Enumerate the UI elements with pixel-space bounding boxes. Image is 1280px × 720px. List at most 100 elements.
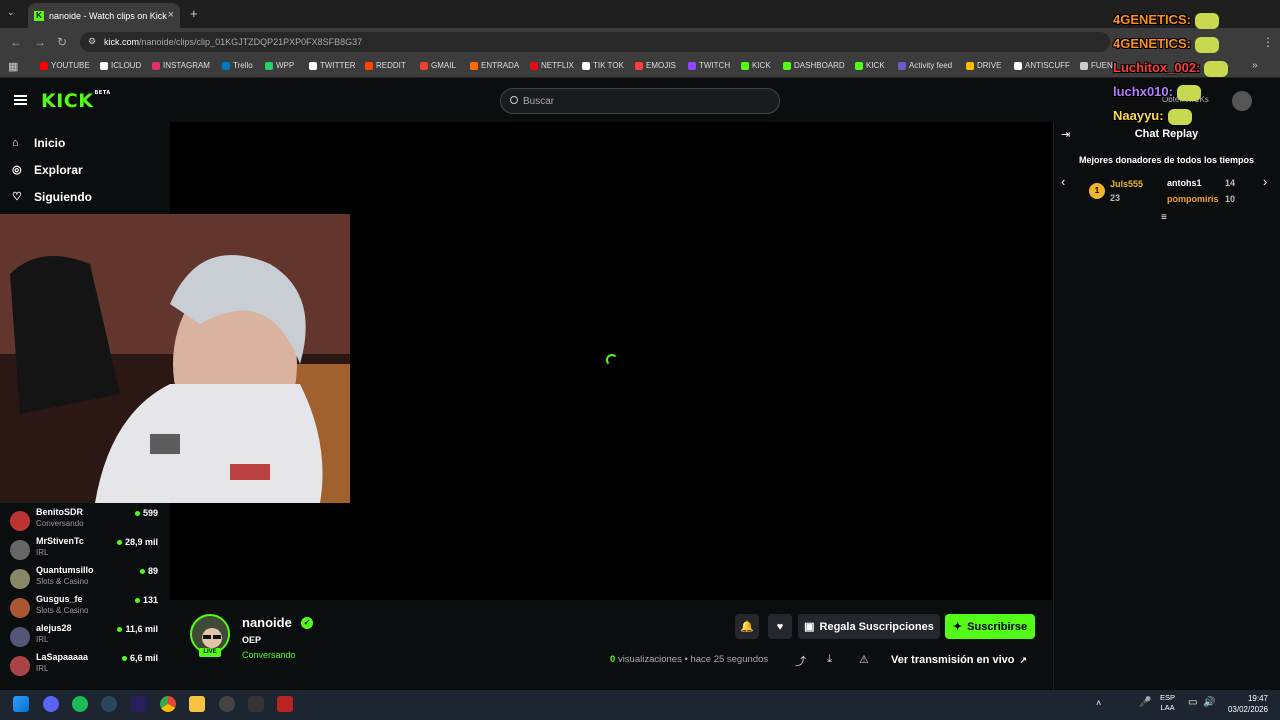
obs-icon[interactable] bbox=[219, 696, 235, 712]
sidebar-channel-item[interactable]: MrStivenTc IRL 28,9 mil bbox=[10, 536, 160, 564]
subscribe-label: Suscribirse bbox=[967, 620, 1028, 633]
language-indicator[interactable]: ESP LAA bbox=[1160, 693, 1175, 713]
bookmark-item[interactable]: INSTAGRAM bbox=[152, 61, 210, 70]
url-host: kick.com bbox=[104, 37, 140, 47]
url-bar[interactable]: ⚙ kick.com/nanoide/clips/clip_01KGJTZDQP… bbox=[80, 32, 1110, 52]
microphone-icon[interactable]: 🎤 bbox=[1139, 697, 1151, 708]
site-info-icon[interactable]: ⚙ bbox=[88, 36, 96, 47]
bookmark-label: YOUTUBE bbox=[51, 61, 90, 70]
sidebar-channel-item[interactable]: BenitoSDR Conversando 599 bbox=[10, 507, 160, 535]
kick-logo[interactable]: KICKBETA bbox=[41, 90, 111, 112]
donors-prev-icon[interactable]: ‹ bbox=[1061, 174, 1065, 189]
bookmark-item[interactable]: Activity feed bbox=[898, 61, 952, 70]
app-icon[interactable] bbox=[277, 696, 293, 712]
top-donors-title: Mejores donadores de todos los tiempos bbox=[1078, 155, 1255, 165]
emote-icon bbox=[1204, 60, 1229, 77]
notification-bell-button[interactable]: 🔔 bbox=[735, 614, 759, 639]
bookmark-item[interactable]: REDDIT bbox=[365, 61, 406, 70]
nav-item-explorar[interactable]: ◎ Explorar bbox=[12, 163, 83, 177]
bookmark-item[interactable]: WPP bbox=[265, 61, 294, 70]
reload-icon[interactable]: ↻ bbox=[57, 35, 67, 49]
back-arrow-icon[interactable]: ← bbox=[10, 35, 22, 49]
sidebar-channel-item[interactable]: Quantumsillo Slots & Casino 89 bbox=[10, 565, 160, 593]
download-icon[interactable]: ⤓ bbox=[827, 653, 832, 666]
profile-menu-icon[interactable]: ⋮ bbox=[1262, 35, 1274, 49]
channel-name: alejus28 bbox=[36, 623, 72, 633]
discord-icon[interactable] bbox=[43, 696, 59, 712]
forward-arrow-icon[interactable]: → bbox=[34, 35, 46, 49]
bookmark-item[interactable]: FUEN bbox=[1080, 61, 1113, 70]
premiere-icon[interactable] bbox=[131, 696, 147, 712]
donors-next-icon[interactable]: › bbox=[1263, 174, 1267, 189]
emote-icon bbox=[1167, 108, 1192, 125]
star-icon: ✦ bbox=[952, 621, 963, 633]
overlay-chat-user: luchx010: bbox=[1113, 84, 1173, 99]
sidebar-channel-item[interactable]: Gusgus_fe Slots & Casino 131 bbox=[10, 594, 160, 622]
app-icon[interactable] bbox=[248, 696, 264, 712]
bookmark-item[interactable]: KICK bbox=[855, 61, 885, 70]
nav-item-inicio[interactable]: ⌂ Inicio bbox=[12, 136, 65, 150]
bookmark-icon bbox=[635, 61, 643, 70]
user-avatar[interactable] bbox=[1232, 91, 1252, 111]
subscribe-button[interactable]: ✦ Suscribirse bbox=[945, 614, 1035, 639]
bookmark-item[interactable]: TWITCH bbox=[688, 61, 730, 70]
bookmark-item[interactable]: DRIVE bbox=[966, 61, 1001, 70]
channel-category: IRL bbox=[36, 664, 49, 673]
gift-subs-button[interactable]: ▣ Regala Suscripciones bbox=[798, 614, 940, 639]
bookmark-item[interactable]: Trello bbox=[222, 61, 253, 70]
browser-tab[interactable]: K nanoide - Watch clips on Kick × bbox=[28, 3, 180, 28]
bookmark-item[interactable]: KICK bbox=[741, 61, 771, 70]
nav-item-siguiendo[interactable]: ♡ Siguiendo bbox=[12, 190, 92, 204]
bookmark-label: FUEN bbox=[1091, 61, 1113, 70]
spotify-icon[interactable] bbox=[72, 696, 88, 712]
apps-grid-icon[interactable]: ▦ bbox=[8, 60, 18, 73]
bookmarks-overflow-icon[interactable]: » bbox=[1252, 60, 1258, 71]
bookmark-item[interactable]: ANTISCUFF bbox=[1014, 61, 1070, 70]
bookmark-label: DRIVE bbox=[977, 61, 1002, 70]
donor-name[interactable]: antohs1 bbox=[1167, 178, 1202, 188]
chrome-icon[interactable] bbox=[160, 696, 176, 712]
share-icon[interactable]: ⤴ bbox=[795, 653, 806, 669]
new-tab-button[interactable]: + bbox=[190, 6, 198, 21]
bookmark-item[interactable]: TIK TOK bbox=[582, 61, 624, 70]
bookmark-item[interactable]: EMOJIS bbox=[635, 61, 676, 70]
live-badge: LIVE bbox=[199, 648, 221, 657]
sidebar-channel-item[interactable]: LaSapaaaaa IRL 6,6 mil bbox=[10, 652, 160, 680]
bookmark-item[interactable]: GMAIL bbox=[420, 61, 456, 70]
follow-heart-button[interactable]: ♥ bbox=[768, 614, 792, 639]
channel-name: MrStivenTc bbox=[36, 536, 84, 546]
bookmark-item[interactable]: DASHBOARD bbox=[783, 61, 845, 70]
file-explorer-icon[interactable] bbox=[189, 696, 205, 712]
overlay-chat-message: Naayyu: bbox=[1113, 108, 1192, 125]
donor-name[interactable]: Juls555 bbox=[1110, 179, 1143, 189]
report-warning-icon[interactable]: ⚠ bbox=[859, 653, 869, 666]
bookmark-label: WPP bbox=[276, 61, 295, 70]
channel-name[interactable]: nanoide bbox=[242, 615, 292, 630]
windows-start-icon[interactable] bbox=[13, 696, 29, 712]
clip-category[interactable]: Conversando bbox=[242, 650, 296, 660]
network-icon[interactable]: ▭ bbox=[1188, 697, 1197, 708]
sidebar-channel-item[interactable]: alejus28 IRL 11,6 mil bbox=[10, 623, 160, 651]
system-clock[interactable]: 19:47 03/02/2026 bbox=[1228, 693, 1268, 715]
steam-icon[interactable] bbox=[101, 696, 117, 712]
bookmark-item[interactable]: YOUTUBE bbox=[40, 61, 90, 70]
bookmark-item[interactable]: NETFLIX bbox=[530, 61, 574, 70]
filter-icon[interactable]: ≡ bbox=[1161, 212, 1167, 223]
bookmark-item[interactable]: ICLOUD bbox=[100, 61, 141, 70]
menu-icon[interactable] bbox=[14, 95, 27, 105]
streamer-image bbox=[0, 214, 350, 503]
external-link-icon: ↗ bbox=[1019, 654, 1028, 665]
volume-icon[interactable]: 🔊 bbox=[1203, 697, 1215, 708]
search-input[interactable]: Buscar bbox=[500, 88, 780, 114]
watch-live-button[interactable]: Ver transmisión en vivo ↗ bbox=[884, 648, 1034, 672]
channel-viewers: 11,6 mil bbox=[117, 624, 158, 634]
donor-name[interactable]: pompomiris bbox=[1167, 194, 1219, 204]
bookmark-label: EMOJIS bbox=[646, 61, 676, 70]
bookmark-item[interactable]: TWITTER bbox=[309, 61, 356, 70]
tray-chevron-icon[interactable]: ˄ bbox=[1096, 698, 1101, 708]
bookmark-item[interactable]: ENTRADA bbox=[470, 61, 519, 70]
channel-name: Quantumsillo bbox=[36, 565, 94, 575]
close-tab-icon[interactable]: × bbox=[168, 9, 174, 21]
tab-search-button[interactable]: ⌄ bbox=[7, 7, 15, 18]
kick-logo-text: KICK bbox=[41, 90, 94, 112]
